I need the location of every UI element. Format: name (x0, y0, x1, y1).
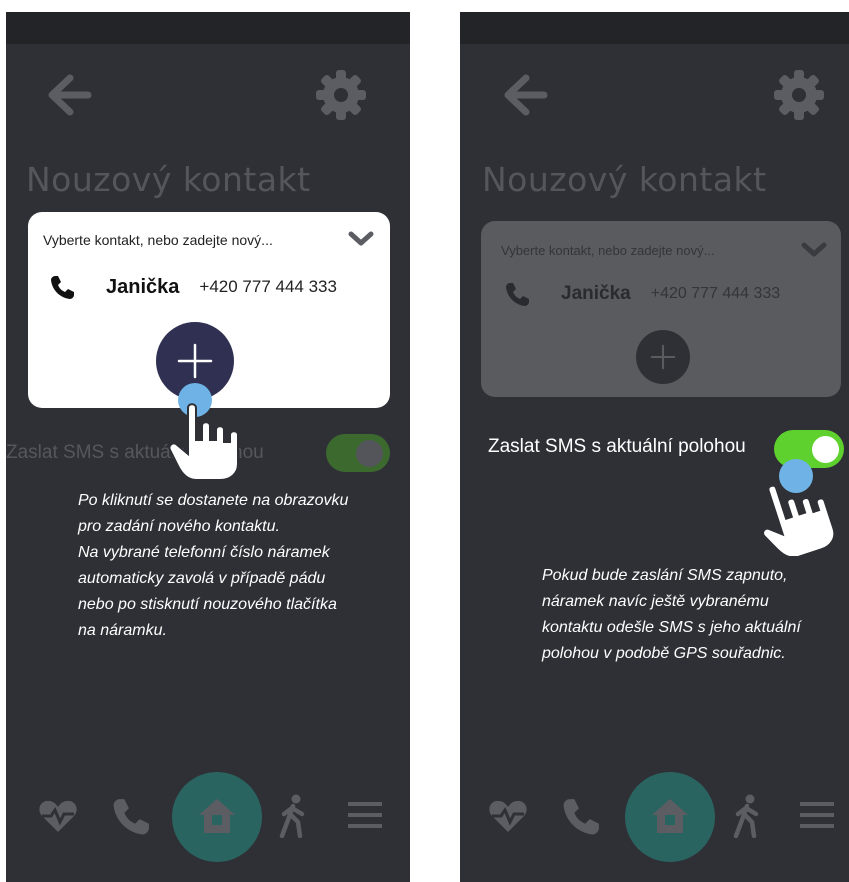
page-title: Nouzový kontakt (26, 160, 311, 199)
phone-icon (506, 283, 529, 306)
gear-icon[interactable] (772, 68, 826, 122)
contact-picker-hint: Vyberte kontakt, nebo zadejte nový... (43, 232, 273, 248)
arrow-left-icon[interactable] (500, 70, 550, 120)
gear-icon[interactable] (314, 68, 368, 122)
contact-name: Janička (561, 283, 631, 304)
add-contact-button[interactable] (636, 330, 690, 384)
home-icon (199, 799, 235, 833)
status-bar (460, 12, 849, 44)
status-bar (6, 12, 410, 44)
phone-icon[interactable] (562, 796, 602, 836)
bottom-navigation (6, 758, 410, 862)
screen-sms-toggle-step: Nouzový kontakt Vyberte kontakt, nebo za… (460, 12, 849, 882)
bottom-navigation (460, 758, 849, 862)
toggle-knob (812, 436, 839, 463)
explanation-line: automaticky zavolá v případě pádu (78, 570, 326, 587)
arrow-left-icon[interactable] (44, 70, 94, 120)
selected-contact[interactable]: Janička +420 777 444 333 (50, 272, 337, 302)
explanation-line: kontaktu odešle SMS s jeho aktuální (542, 619, 801, 636)
menu-icon[interactable] (348, 800, 382, 830)
heartbeat-icon[interactable] (488, 798, 528, 834)
page-title: Nouzový kontakt (482, 160, 767, 199)
sms-location-label: Zaslat SMS s aktuální polohou (488, 436, 746, 457)
home-nav-button[interactable] (625, 772, 715, 862)
explanation-line: Pokud bude zaslání SMS zapnuto, (542, 567, 788, 584)
home-icon (652, 799, 688, 833)
phone-icon (51, 276, 74, 299)
phone-icon[interactable] (112, 796, 152, 836)
explanation-line: nebo po stisknutí nouzového tlačítka (78, 596, 337, 613)
pointing-hand-icon (762, 484, 836, 556)
explanation-text: Po kliknutí se dostanete na obrazovku pr… (78, 488, 378, 644)
home-nav-button[interactable] (172, 772, 262, 862)
contact-name: Janička (106, 275, 180, 298)
explanation-line: Na vybrané telefonní číslo náramek (78, 544, 330, 561)
walking-icon[interactable] (732, 794, 764, 838)
selected-contact[interactable]: Janička +420 777 444 333 (505, 279, 780, 309)
contact-picker-card[interactable]: Vyberte kontakt, nebo zadejte nový... Ja… (28, 212, 390, 408)
menu-icon[interactable] (800, 800, 834, 830)
explanation-line: polohou v podobě GPS souřadnic. (542, 645, 786, 662)
toggle-knob (356, 440, 383, 467)
sms-location-toggle[interactable] (326, 434, 390, 472)
chevron-down-icon[interactable] (801, 241, 827, 259)
explanation-line: náramek navíc ještě vybranému (542, 593, 769, 610)
pointing-hand-icon (168, 403, 239, 481)
heartbeat-icon[interactable] (38, 798, 78, 834)
contact-picker-hint: Vyberte kontakt, nebo zadejte nový... (501, 243, 715, 258)
walking-icon[interactable] (278, 794, 310, 838)
chevron-down-icon[interactable] (348, 230, 374, 248)
contact-number: +420 777 444 333 (650, 285, 781, 302)
plus-icon (177, 343, 213, 379)
plus-icon (650, 344, 676, 370)
explanation-text: Pokud bude zaslání SMS zapnuto, náramek … (542, 563, 832, 667)
contact-number: +420 777 444 333 (199, 277, 337, 296)
screen-add-contact-step: Nouzový kontakt Vyberte kontakt, nebo za… (6, 12, 410, 882)
explanation-line: pro zadání nového kontaktu. (78, 518, 280, 535)
explanation-line: na náramku. (78, 622, 167, 639)
contact-picker-card[interactable]: Vyberte kontakt, nebo zadejte nový... Ja… (481, 221, 841, 397)
explanation-line: Po kliknutí se dostanete na obrazovku (78, 492, 349, 509)
